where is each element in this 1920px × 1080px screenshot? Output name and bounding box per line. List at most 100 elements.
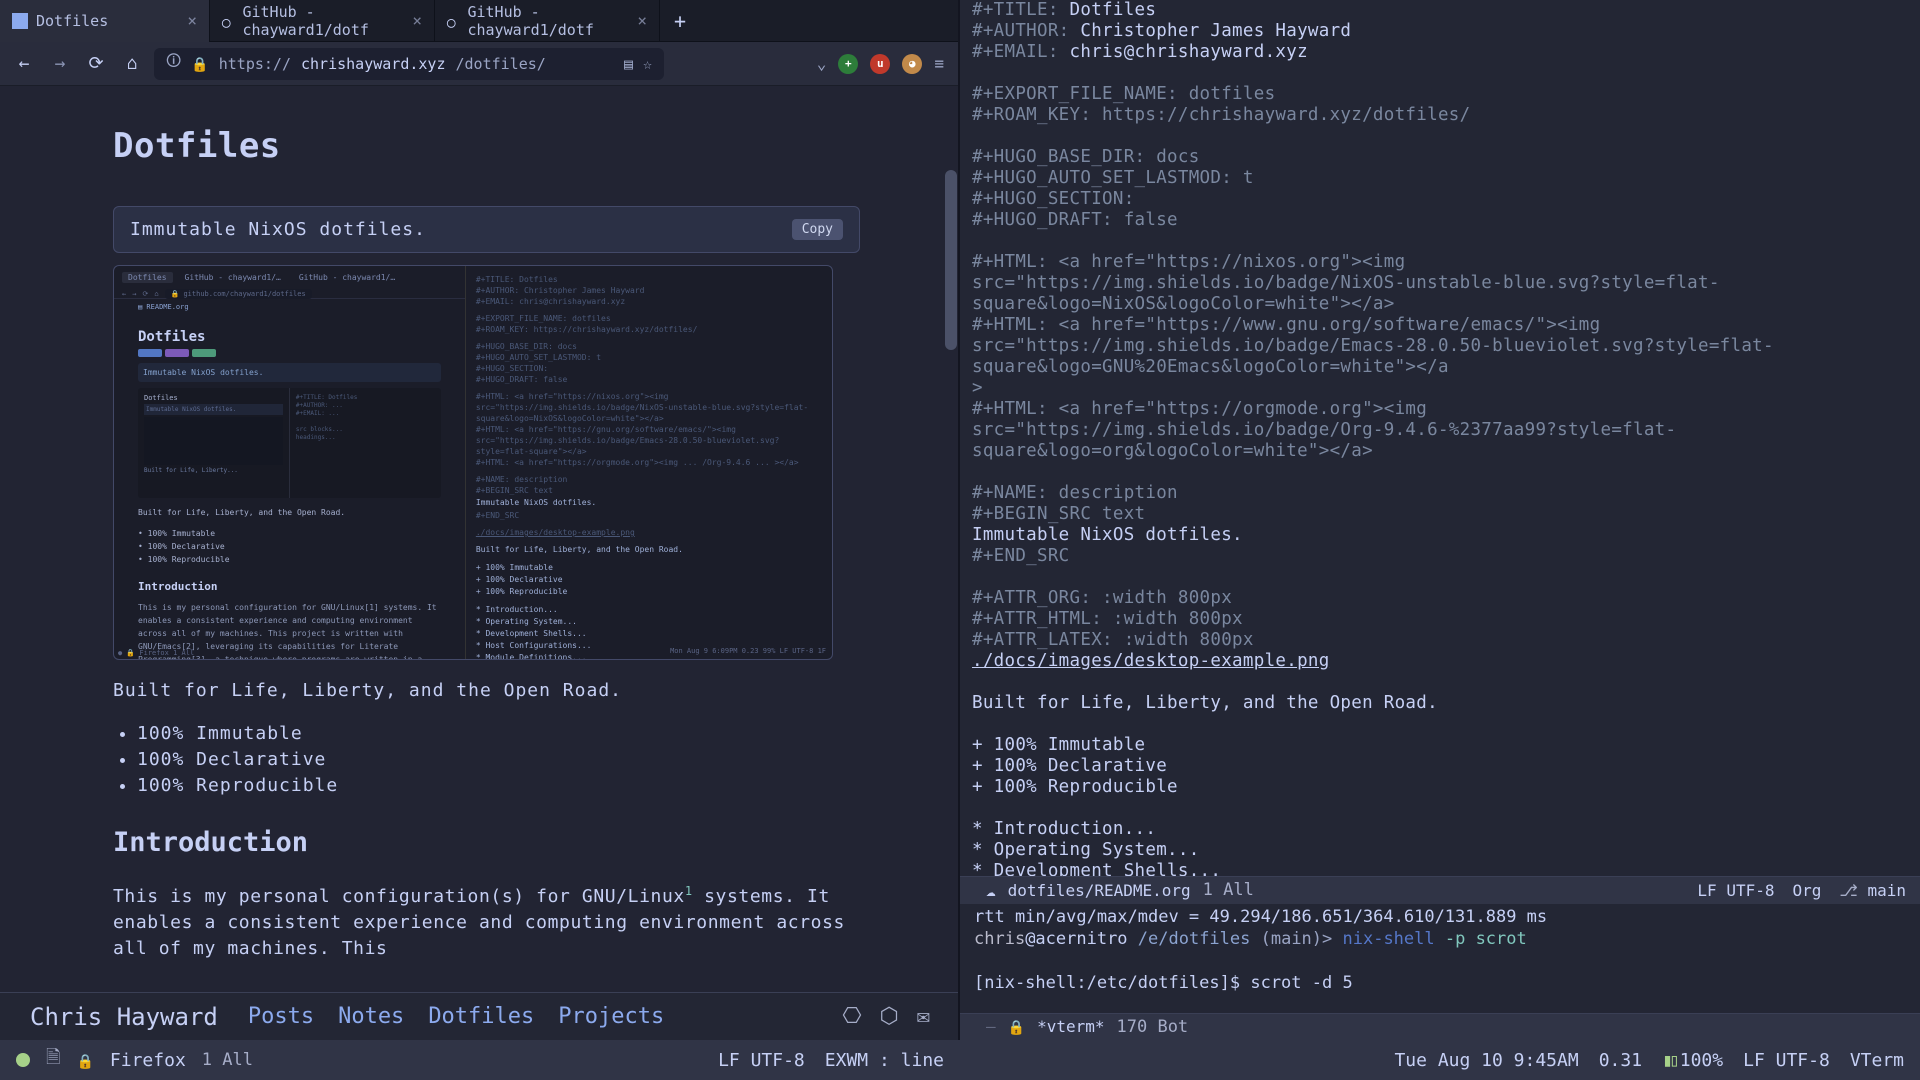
- close-icon[interactable]: ×: [637, 11, 647, 30]
- feature-item: 100% Immutable: [137, 721, 860, 747]
- site-brand[interactable]: Chris Hayward: [30, 1003, 218, 1031]
- org-line: #+END_SRC: [972, 546, 1906, 567]
- tagline: Built for Life, Liberty, and the Open Ro…: [113, 680, 860, 701]
- description-code-block: Immutable NixOS dotfiles. Copy: [113, 206, 860, 253]
- org-line: #+HTML: <a href="https://nixos.org"><img: [972, 252, 1906, 273]
- org-line: #+ATTR_ORG: :width 800px: [972, 588, 1906, 609]
- window-divider[interactable]: [958, 0, 960, 1040]
- org-line: #+HUGO_AUTO_SET_LASTMOD: t: [972, 168, 1906, 189]
- extension-button-1[interactable]: +: [838, 54, 858, 74]
- browser-tab-label: GitHub - chayward1/dotf: [242, 3, 404, 39]
- org-line: src="https://img.shields.io/badge/NixOS-…: [972, 273, 1906, 315]
- org-line: #+ATTR_HTML: :width 800px: [972, 609, 1906, 630]
- nav-projects[interactable]: Projects: [558, 1004, 664, 1029]
- major-mode: VTerm: [1850, 1050, 1904, 1071]
- github-icon: [222, 13, 234, 29]
- encoding: LF UTF-8: [1743, 1050, 1830, 1071]
- org-line: [972, 462, 1906, 483]
- exwm-modeline-right: Tue Aug 10 9:45AM 0.31 100% LF UTF-8 VTe…: [960, 1040, 1920, 1080]
- major-mode: Org: [1792, 881, 1821, 900]
- file-icon: 🗎: [46, 1045, 60, 1075]
- github-icon[interactable]: ⎔: [842, 1004, 861, 1029]
- mail-icon[interactable]: ✉: [917, 1004, 930, 1029]
- org-line: + 100% Reproducible: [972, 777, 1906, 798]
- back-button[interactable]: ←: [10, 53, 38, 74]
- reader-mode-icon[interactable]: ▤: [624, 55, 633, 73]
- cloud-icon: ☁: [986, 881, 996, 900]
- close-icon[interactable]: ×: [412, 11, 422, 30]
- org-line: * Introduction...: [972, 819, 1906, 840]
- lock-icon[interactable]: [191, 55, 208, 73]
- github-icon: [447, 13, 459, 29]
- org-line: + 100% Immutable: [972, 735, 1906, 756]
- org-line: + 100% Declarative: [972, 756, 1906, 777]
- org-line: #+EXPORT_FILE_NAME: dotfiles: [972, 84, 1906, 105]
- new-tab-button[interactable]: +: [660, 9, 700, 33]
- org-line: #+AUTHOR: Christopher James Hayward: [972, 21, 1906, 42]
- terminal-line: [nix-shell:/etc/dotfiles]$ scrot -d 5: [974, 972, 1906, 994]
- terminal-view[interactable]: rtt min/avg/max/mdev = 49.294/186.651/36…: [960, 904, 1920, 1013]
- status-dot-icon: [16, 1053, 30, 1067]
- org-line: [972, 672, 1906, 693]
- buffer-position: 1 All: [1203, 880, 1254, 900]
- menu-icon[interactable]: ≡: [934, 54, 944, 73]
- home-button[interactable]: ⌂: [118, 53, 146, 74]
- bookmark-icon[interactable]: ☆: [643, 55, 652, 73]
- org-line: #+EMAIL: chris@chrishayward.xyz: [972, 42, 1906, 63]
- encoding: LF UTF-8: [1697, 881, 1774, 900]
- buffer-path: dotfiles/README.org: [1008, 881, 1191, 900]
- org-modeline: ☁ dotfiles/README.org 1 All LF UTF-8 Org…: [960, 876, 1920, 903]
- reload-button[interactable]: ⟳: [82, 53, 110, 74]
- term-modeline: — *vterm* 170 Bot: [960, 1013, 1920, 1040]
- desktop-example-image: Dotfiles GitHub - chayward1/… GitHub - c…: [113, 265, 833, 660]
- browser-tab-0[interactable]: Dotfiles ×: [0, 0, 210, 42]
- org-line: * Development Shells...: [972, 861, 1906, 876]
- url-bar[interactable]: https://chrishayward.xyz/dotfiles/ ▤ ☆: [154, 48, 664, 80]
- org-line: #+NAME: description: [972, 483, 1906, 504]
- exwm-modeline-left: 🗎 Firefox 1 All LF UTF-8 EXWM : line: [0, 1040, 960, 1080]
- browser-tab-1[interactable]: GitHub - chayward1/dotf ×: [210, 0, 435, 42]
- buffer-position: 170 Bot: [1117, 1017, 1189, 1037]
- extension-button-2[interactable]: u: [870, 54, 890, 74]
- buffer-name: Firefox: [110, 1050, 186, 1071]
- copy-button[interactable]: Copy: [792, 219, 843, 240]
- nav-dotfiles[interactable]: Dotfiles: [428, 1004, 534, 1029]
- dash-icon: —: [986, 1017, 996, 1036]
- org-line: [972, 231, 1906, 252]
- introduction-heading: Introduction: [113, 827, 860, 858]
- org-line: [972, 567, 1906, 588]
- readonly-icon: [1008, 1017, 1025, 1036]
- scrollbar[interactable]: [945, 170, 957, 1040]
- browser-tab-2[interactable]: GitHub - chayward1/dotf ×: [435, 0, 660, 42]
- org-line: #+HTML: <a href="https://orgmode.org"><i…: [972, 399, 1906, 420]
- shield-icon[interactable]: [166, 51, 181, 76]
- description-text: Immutable NixOS dotfiles.: [130, 219, 426, 240]
- site-nav-bar: Chris Hayward Posts Notes Dotfiles Proje…: [0, 992, 960, 1040]
- org-line: #+HUGO_BASE_DIR: docs: [972, 147, 1906, 168]
- org-line: #+HUGO_DRAFT: false: [972, 210, 1906, 231]
- org-line: Immutable NixOS dotfiles.: [972, 525, 1906, 546]
- clock: Tue Aug 10 9:45AM: [1394, 1050, 1578, 1071]
- url-scheme: https://: [219, 55, 291, 73]
- webpage-view: Dotfiles Immutable NixOS dotfiles. Copy …: [0, 86, 960, 1040]
- feature-item: 100% Reproducible: [137, 773, 860, 799]
- pocket-icon[interactable]: ⌄: [817, 54, 827, 73]
- org-line: #+TITLE: Dotfiles: [972, 0, 1906, 21]
- terminal-line: rtt min/avg/max/mdev = 49.294/186.651/36…: [974, 906, 1906, 928]
- nav-posts[interactable]: Posts: [248, 1004, 314, 1029]
- major-mode: EXWM : line: [825, 1050, 944, 1071]
- scrollbar-thumb[interactable]: [945, 170, 957, 350]
- org-editor-view[interactable]: #+TITLE: Dotfiles#+AUTHOR: Christopher J…: [960, 0, 1920, 876]
- nav-notes[interactable]: Notes: [338, 1004, 404, 1029]
- mini-tabs: Dotfiles GitHub - chayward1/… GitHub - c…: [114, 266, 465, 289]
- extension-button-3[interactable]: ◕: [902, 54, 922, 74]
- org-line: #+HTML: <a href="https://www.gnu.org/sof…: [972, 315, 1906, 336]
- org-line: #+BEGIN_SRC text: [972, 504, 1906, 525]
- close-icon[interactable]: ×: [187, 11, 197, 30]
- org-line: #+ATTR_LATEX: :width 800px: [972, 630, 1906, 651]
- git-branch: main: [1839, 881, 1906, 900]
- favicon-icon: [12, 13, 28, 29]
- browser-toolbar: ← → ⟳ ⌂ https://chrishayward.xyz/dotfile…: [0, 42, 960, 86]
- forward-button[interactable]: →: [46, 53, 74, 74]
- gitlab-icon[interactable]: ⬡: [880, 1004, 899, 1029]
